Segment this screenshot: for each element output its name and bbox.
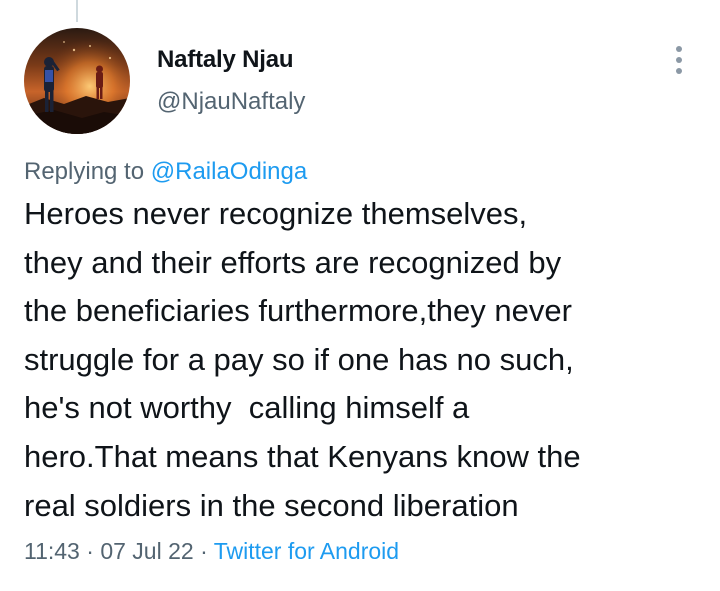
replying-to-label: Replying to	[24, 158, 145, 185]
meta-separator: ·	[200, 538, 208, 564]
tweet-text: Heroes never recognize themselves, they …	[24, 196, 581, 523]
tweet-date[interactable]: 07 Jul 22	[100, 538, 193, 564]
menu-dot	[676, 46, 682, 52]
tweet-source-link[interactable]: Twitter for Android	[214, 538, 399, 564]
avatar-image	[24, 28, 130, 134]
tweet-metadata: 11:43 · 07 Jul 22 · Twitter for Android	[24, 535, 399, 567]
thread-connector-line	[76, 0, 78, 22]
more-vertical-icon[interactable]	[664, 42, 696, 78]
meta-separator: ·	[86, 538, 94, 564]
reply-mention-link[interactable]: @RailaOdinga	[151, 158, 307, 185]
replying-to-line: Replying to @RailaOdinga	[24, 156, 307, 188]
menu-dot	[676, 68, 682, 74]
author-display-name[interactable]: Naftaly Njau	[157, 44, 294, 76]
menu-dot	[676, 57, 682, 63]
author-handle[interactable]: @NjauNaftaly	[157, 86, 305, 118]
tweet-time[interactable]: 11:43	[24, 538, 80, 564]
avatar[interactable]	[24, 28, 130, 134]
